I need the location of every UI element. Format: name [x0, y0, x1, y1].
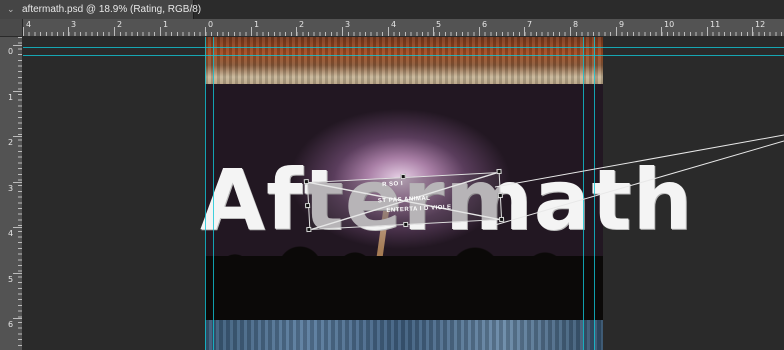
ruler-label: 4 [391, 20, 397, 29]
document-tab-title: aftermath.psd @ 18.9% (Rating, RGB/8) [22, 4, 202, 15]
ruler-label: 1 [8, 93, 14, 102]
ruler-label: 8 [573, 20, 579, 29]
ruler-label: 6 [8, 320, 14, 329]
ruler-label: 11 [710, 20, 721, 29]
ruler-label: 10 [664, 20, 675, 29]
document-tab-bar: ⌄ aftermath.psd @ 18.9% (Rating, RGB/8) [0, 0, 784, 19]
ruler-label: 0 [8, 47, 14, 56]
horizontal-ruler[interactable]: 4 3 2 1 0 1 2 3 4 5 6 7 8 9 10 11 12 [23, 19, 784, 37]
chevron-down-icon[interactable]: ⌄ [7, 0, 15, 19]
ruler-label: 3 [8, 184, 14, 193]
ruler-label: 3 [345, 20, 351, 29]
drag-pointer-lines [494, 134, 784, 226]
ruler-label: 4 [26, 20, 32, 29]
ruler-label: 9 [619, 20, 625, 29]
ruler-label: 5 [8, 275, 14, 284]
ruler-label: 1 [163, 20, 169, 29]
ruler-label: 0 [208, 20, 214, 29]
ruler-label: 1 [254, 20, 260, 29]
ruler-origin-corner[interactable] [0, 19, 23, 37]
ruler-label: 2 [8, 138, 14, 147]
canvas-workspace[interactable]: Aftermath R SO I ST PAS ANIMAL ENTERTA I… [23, 37, 784, 350]
ruler-label: 12 [755, 20, 766, 29]
ruler-label: 3 [71, 20, 77, 29]
ruler-minor-ticks [23, 32, 784, 36]
ruler-label: 5 [436, 20, 442, 29]
ruler-label: 4 [8, 229, 14, 238]
ruler-label: 6 [482, 20, 488, 29]
ruler-label: 2 [117, 20, 123, 29]
vertical-ruler[interactable]: 0 1 2 3 4 5 6 [0, 37, 23, 350]
document-tab[interactable]: ⌄ aftermath.psd @ 18.9% (Rating, RGB/8) [0, 0, 201, 19]
ruler-label: 7 [527, 20, 533, 29]
ruler-minor-ticks [18, 37, 22, 350]
ruler-label: 2 [299, 20, 305, 29]
